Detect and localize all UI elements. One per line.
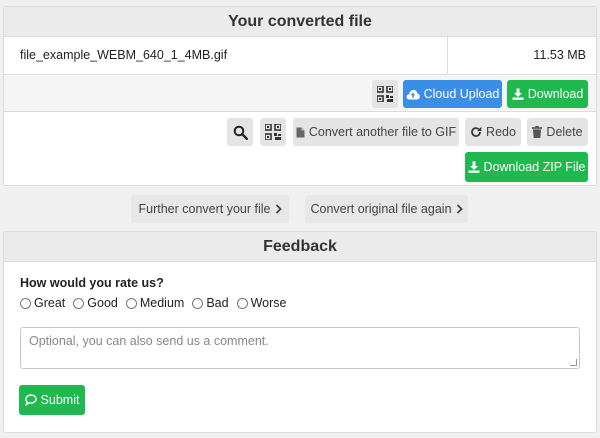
download-label: Download	[527, 86, 584, 101]
redo-icon	[471, 126, 482, 137]
qr-code-icon	[377, 86, 393, 102]
cloud-upload-label: Cloud Upload	[423, 86, 500, 101]
convert-original-label: Convert original file again	[310, 201, 452, 216]
rating-option-label: Good	[87, 296, 118, 310]
qr-code-icon	[265, 124, 281, 140]
rating-option-label: Medium	[139, 296, 185, 310]
divider	[447, 37, 448, 74]
chevron-right-icon	[456, 204, 463, 214]
file-icon	[296, 127, 305, 137]
download-icon	[468, 161, 480, 173]
delete-label: Delete	[546, 124, 583, 139]
comment-placeholder: Optional, you can also send us a comment…	[29, 334, 269, 348]
cloud-upload-button[interactable]: Cloud Upload	[403, 80, 502, 108]
download-icon	[512, 88, 524, 100]
redo-label: Redo	[486, 124, 516, 139]
trash-icon	[532, 126, 543, 138]
comment-textarea[interactable]: Optional, you can also send us a comment…	[20, 327, 580, 369]
radio-button[interactable]	[125, 297, 137, 309]
convert-another-button[interactable]: Convert another file to GIF	[293, 118, 459, 146]
feedback-title: Feedback	[4, 232, 596, 262]
file-size: 11.53 MB	[533, 48, 586, 62]
submit-button[interactable]: Submit	[19, 385, 85, 415]
file-row: file_example_WEBM_640_1_4MB.gif 11.53 MB	[4, 37, 596, 75]
convert-original-button[interactable]: Convert original file again	[305, 195, 468, 223]
rating-option-label: Bad	[206, 296, 229, 310]
converted-file-title: Your converted file	[4, 7, 596, 37]
download-zip-button[interactable]: Download ZIP File	[465, 152, 588, 182]
feedback-panel: Feedback How would you rate us? Great Go…	[3, 231, 597, 433]
download-button[interactable]: Download	[507, 80, 588, 108]
resize-handle[interactable]	[570, 359, 577, 366]
comment-icon	[24, 394, 37, 406]
file-name: file_example_WEBM_640_1_4MB.gif	[20, 48, 228, 62]
rating-option-bad[interactable]: Bad	[192, 296, 229, 310]
download-actions-row: Cloud Upload Download	[4, 75, 596, 112]
rating-option-great[interactable]: Great	[20, 296, 65, 310]
rating-option-label: Worse	[250, 296, 287, 310]
download-zip-label: Download ZIP File	[483, 159, 586, 174]
converted-file-panel: Your converted file file_example_WEBM_64…	[3, 6, 597, 186]
rating-options: Great Good Medium Bad Worse	[20, 296, 286, 310]
rating-option-good[interactable]: Good	[73, 296, 118, 310]
further-convert-button[interactable]: Further convert your file	[131, 195, 289, 223]
further-convert-label: Further convert your file	[138, 201, 271, 216]
chevron-right-icon	[275, 204, 282, 214]
rating-question: How would you rate us?	[20, 276, 164, 290]
rating-option-worse[interactable]: Worse	[236, 296, 287, 310]
radio-button[interactable]	[192, 297, 204, 309]
rating-option-label: Great	[34, 296, 66, 310]
cloud-upload-icon	[406, 89, 420, 99]
qr-code-button[interactable]	[372, 80, 398, 108]
search-icon	[233, 125, 248, 140]
radio-button[interactable]	[20, 297, 31, 309]
rating-option-medium[interactable]: Medium	[125, 296, 185, 310]
submit-label: Submit	[40, 392, 80, 407]
preview-button[interactable]	[227, 118, 253, 146]
convert-another-label: Convert another file to GIF	[308, 124, 457, 139]
qr-code-button-2[interactable]	[260, 118, 286, 146]
radio-button[interactable]	[73, 297, 85, 309]
radio-button[interactable]	[236, 297, 248, 309]
redo-button[interactable]: Redo	[465, 118, 521, 146]
delete-button[interactable]: Delete	[527, 118, 588, 146]
